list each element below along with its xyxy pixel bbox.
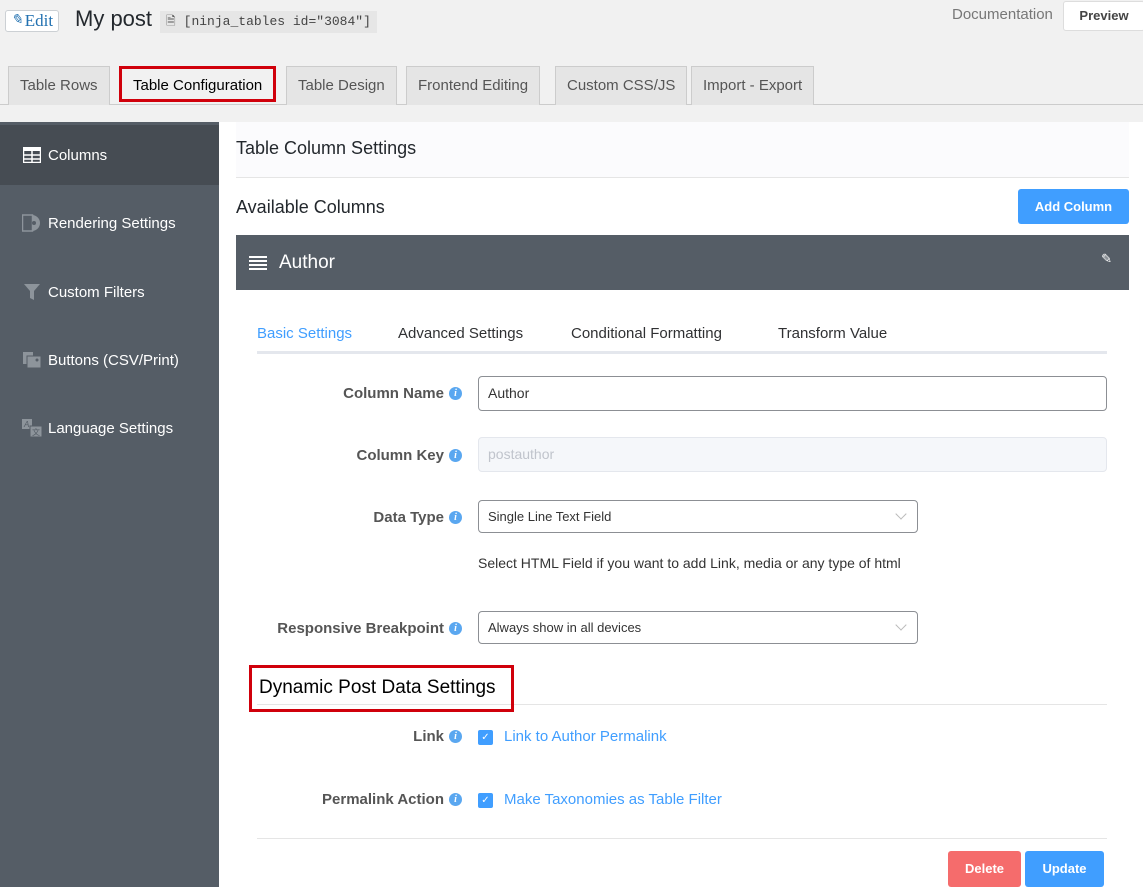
info-icon[interactable]: i	[449, 622, 462, 635]
drag-handle-icon[interactable]	[249, 255, 267, 270]
documentation-link[interactable]: Documentation	[952, 6, 1053, 23]
top-bar: ✎ Edit My post 🗎 [ninja_tables id="3084"…	[0, 0, 1143, 56]
sidebar-item-label: Custom Filters	[48, 283, 145, 301]
data-type-value: Single Line Text Field	[488, 509, 612, 524]
sidebar-item-language-settings[interactable]: A文 Language Settings	[0, 398, 219, 458]
section-title: Table Column Settings	[236, 138, 417, 158]
translate-icon: A文	[22, 419, 42, 437]
edit-title-button[interactable]: ✎ Edit	[5, 10, 60, 32]
section-header: Table Column Settings	[236, 122, 1129, 178]
permalink-action-checkbox[interactable]: ✓	[478, 793, 493, 808]
add-column-button[interactable]: Add Column	[1018, 189, 1129, 224]
preview-button[interactable]: Preview	[1063, 1, 1143, 31]
document-icon: 🗎	[166, 15, 176, 29]
permalink-action-checkbox-label[interactable]: Make Taxonomies as Table Filter	[504, 791, 722, 808]
data-type-label-text: Data Type	[373, 509, 444, 526]
column-settings-tabs: Basic Settings Advanced Settings Conditi…	[257, 322, 1107, 354]
info-icon[interactable]: i	[449, 730, 462, 743]
tab-import-export[interactable]: Import - Export	[691, 66, 815, 105]
dynamic-post-data-heading: Dynamic Post Data Settings	[249, 665, 514, 712]
responsive-breakpoint-select[interactable]: Always show in all devices	[478, 611, 918, 644]
column-key-input[interactable]: postauthor	[478, 437, 1107, 472]
table-icon	[22, 146, 42, 164]
link-label-text: Link	[413, 728, 444, 745]
post-title: My post	[75, 6, 153, 31]
info-icon[interactable]: i	[449, 449, 462, 462]
info-icon[interactable]: i	[449, 793, 462, 806]
subtab-transform-value[interactable]: Transform Value	[778, 325, 887, 342]
sidebar-item-columns[interactable]: Columns	[0, 125, 219, 185]
column-item-bar[interactable]: Author ✎	[236, 235, 1129, 290]
link-checkbox-label[interactable]: Link to Author Permalink	[504, 728, 667, 745]
chevron-down-icon	[895, 508, 907, 520]
tab-table-design[interactable]: Table Design	[286, 66, 397, 105]
info-icon[interactable]: i	[449, 511, 462, 524]
divider	[257, 838, 1107, 839]
data-type-select[interactable]: Single Line Text Field	[478, 500, 918, 533]
main-panel: Table Column Settings Available Columns …	[219, 122, 1143, 887]
sidebar-item-label: Language Settings	[48, 419, 174, 437]
tab-table-configuration[interactable]: Table Configuration	[119, 66, 277, 102]
shortcode-box[interactable]: 🗎 [ninja_tables id="3084"]	[160, 11, 377, 33]
permalink-action-label-text: Permalink Action	[322, 791, 444, 808]
rendering-icon	[22, 214, 42, 232]
column-name-label-text: Column Name	[343, 385, 444, 402]
permalink-action-row: Permalink Action i ✓ Make Taxonomies as …	[257, 791, 1107, 811]
pencil-icon: ✎	[11, 13, 23, 28]
column-name-input[interactable]: Author	[478, 376, 1107, 411]
available-columns-heading: Available Columns	[236, 197, 385, 217]
sidebar: Columns Rendering Settings Custom Filter…	[0, 122, 219, 887]
column-key-label: Column Key i	[356, 447, 462, 464]
pencil-icon[interactable]: ✎	[1101, 251, 1112, 267]
svg-text:A: A	[23, 420, 29, 429]
permalink-action-label: Permalink Action i	[322, 791, 462, 808]
sidebar-item-label: Rendering Settings	[48, 214, 176, 232]
tab-frontend-editing[interactable]: Frontend Editing	[406, 66, 541, 105]
shortcode-text: [ninja_tables id="3084"]	[183, 14, 371, 29]
buttons-icon	[22, 351, 42, 369]
tab-custom-css-js[interactable]: Custom CSS/JS	[555, 66, 688, 105]
edit-label: Edit	[24, 11, 54, 30]
column-name-row: Column Name i Author	[257, 376, 1107, 412]
update-button[interactable]: Update	[1025, 851, 1104, 887]
sidebar-item-rendering-settings[interactable]: Rendering Settings	[0, 193, 219, 253]
sidebar-item-label: Buttons (CSV/Print)	[48, 351, 179, 369]
data-type-label: Data Type i	[373, 509, 462, 526]
data-type-help: Select HTML Field if you want to add Lin…	[478, 555, 901, 571]
delete-button[interactable]: Delete	[948, 851, 1021, 887]
link-checkbox[interactable]: ✓	[478, 730, 493, 745]
sidebar-item-label: Columns	[48, 146, 108, 164]
responsive-breakpoint-row: Responsive Breakpoint i Always show in a…	[257, 611, 1107, 644]
column-name-label: Column Name i	[343, 385, 462, 402]
main-tabs: Table Rows Table Configuration Table Des…	[0, 56, 1143, 105]
responsive-breakpoint-value: Always show in all devices	[488, 620, 642, 635]
sidebar-item-custom-filters[interactable]: Custom Filters	[0, 262, 219, 322]
tab-table-rows[interactable]: Table Rows	[8, 66, 110, 105]
column-item-name: Author	[279, 251, 335, 273]
svg-text:文: 文	[32, 427, 40, 437]
link-row: Link i ✓ Link to Author Permalink	[257, 728, 1107, 748]
data-type-row: Data Type i Single Line Text Field Selec…	[257, 500, 1107, 580]
sidebar-item-buttons[interactable]: Buttons (CSV/Print)	[0, 330, 219, 390]
responsive-breakpoint-label: Responsive Breakpoint i	[277, 620, 462, 637]
dynamic-post-data-title: Dynamic Post Data Settings	[259, 677, 496, 698]
link-label: Link i	[413, 728, 462, 745]
chevron-down-icon	[895, 619, 907, 631]
subtab-basic-settings[interactable]: Basic Settings	[257, 325, 352, 342]
column-key-label-text: Column Key	[356, 447, 444, 464]
subtab-advanced-settings[interactable]: Advanced Settings	[398, 325, 523, 342]
responsive-breakpoint-label-text: Responsive Breakpoint	[277, 620, 444, 637]
filter-icon	[22, 283, 42, 301]
info-icon[interactable]: i	[449, 387, 462, 400]
column-key-row: Column Key i postauthor	[257, 437, 1107, 473]
subtab-conditional-formatting[interactable]: Conditional Formatting	[571, 325, 722, 342]
